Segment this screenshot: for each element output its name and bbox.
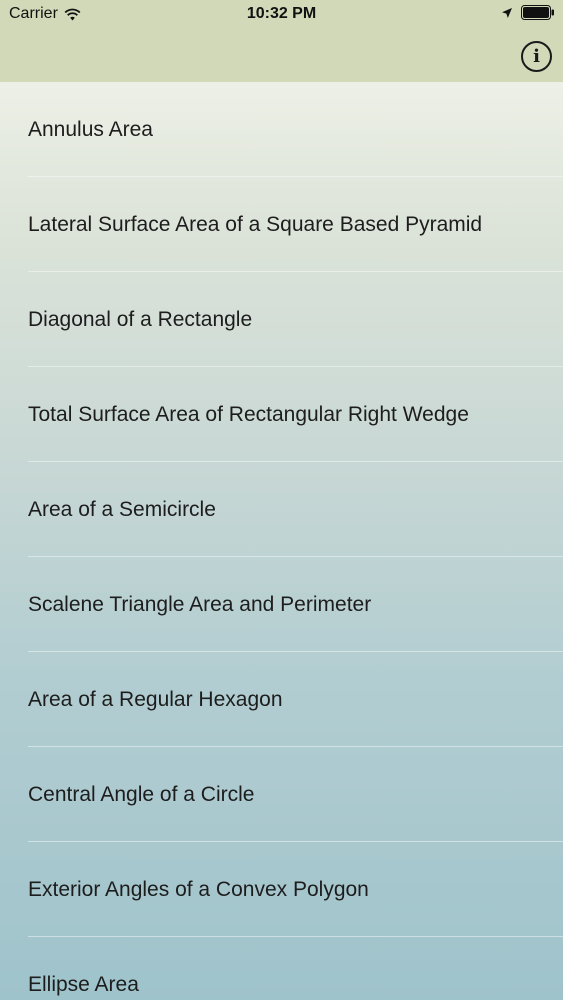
info-circle-icon: i — [533, 46, 540, 67]
list-item-label: Annulus Area — [28, 117, 153, 141]
location-arrow-icon — [501, 6, 513, 24]
formula-list: Annulus Area Lateral Surface Area of a Sq… — [0, 82, 563, 1000]
list-item[interactable]: Exterior Angles of a Convex Polygon — [0, 842, 563, 937]
list-item-label: Diagonal of a Rectangle — [28, 307, 253, 331]
list-item[interactable]: Area of a Semicircle — [0, 462, 563, 557]
list-item-label: Area of a Semicircle — [28, 497, 216, 521]
list-item-label: Central Angle of a Circle — [28, 782, 255, 806]
right-status — [501, 5, 555, 25]
list-item-label: Exterior Angles of a Convex Polygon — [28, 877, 369, 901]
info-button[interactable]: i — [521, 41, 552, 72]
list-item-label: Scalene Triangle Area and Perimeter — [28, 592, 372, 616]
status-time: 10:32 PM — [246, 5, 317, 22]
list-item[interactable]: Total Surface Area of Rectangular Right … — [0, 367, 563, 462]
list-item[interactable]: Central Angle of a Circle — [0, 747, 563, 842]
navigation-bar: i — [0, 30, 563, 82]
battery-icon — [521, 5, 555, 25]
status-bar: Carrier 10:32 PM — [0, 0, 563, 30]
header: Carrier 10:32 PM i — [0, 0, 563, 82]
list-item[interactable]: Scalene Triangle Area and Perimeter — [0, 557, 563, 652]
list-item-label: Area of a Regular Hexagon — [28, 687, 283, 711]
list-item-label: Ellipse Area — [28, 972, 139, 996]
list-item[interactable]: Area of a Regular Hexagon — [0, 652, 563, 747]
app-screen: Carrier 10:32 PM i Annulus Area Lateral … — [0, 0, 563, 1000]
list-item-label: Lateral Surface Area of a Square Based P… — [28, 212, 483, 236]
list-item-label: Total Surface Area of Rectangular Right … — [28, 402, 469, 426]
list-item[interactable]: Ellipse Area — [0, 937, 563, 1000]
list-item[interactable]: Annulus Area — [0, 82, 563, 177]
list-item[interactable]: Lateral Surface Area of a Square Based P… — [0, 177, 563, 272]
list-item[interactable]: Diagonal of a Rectangle — [0, 272, 563, 367]
